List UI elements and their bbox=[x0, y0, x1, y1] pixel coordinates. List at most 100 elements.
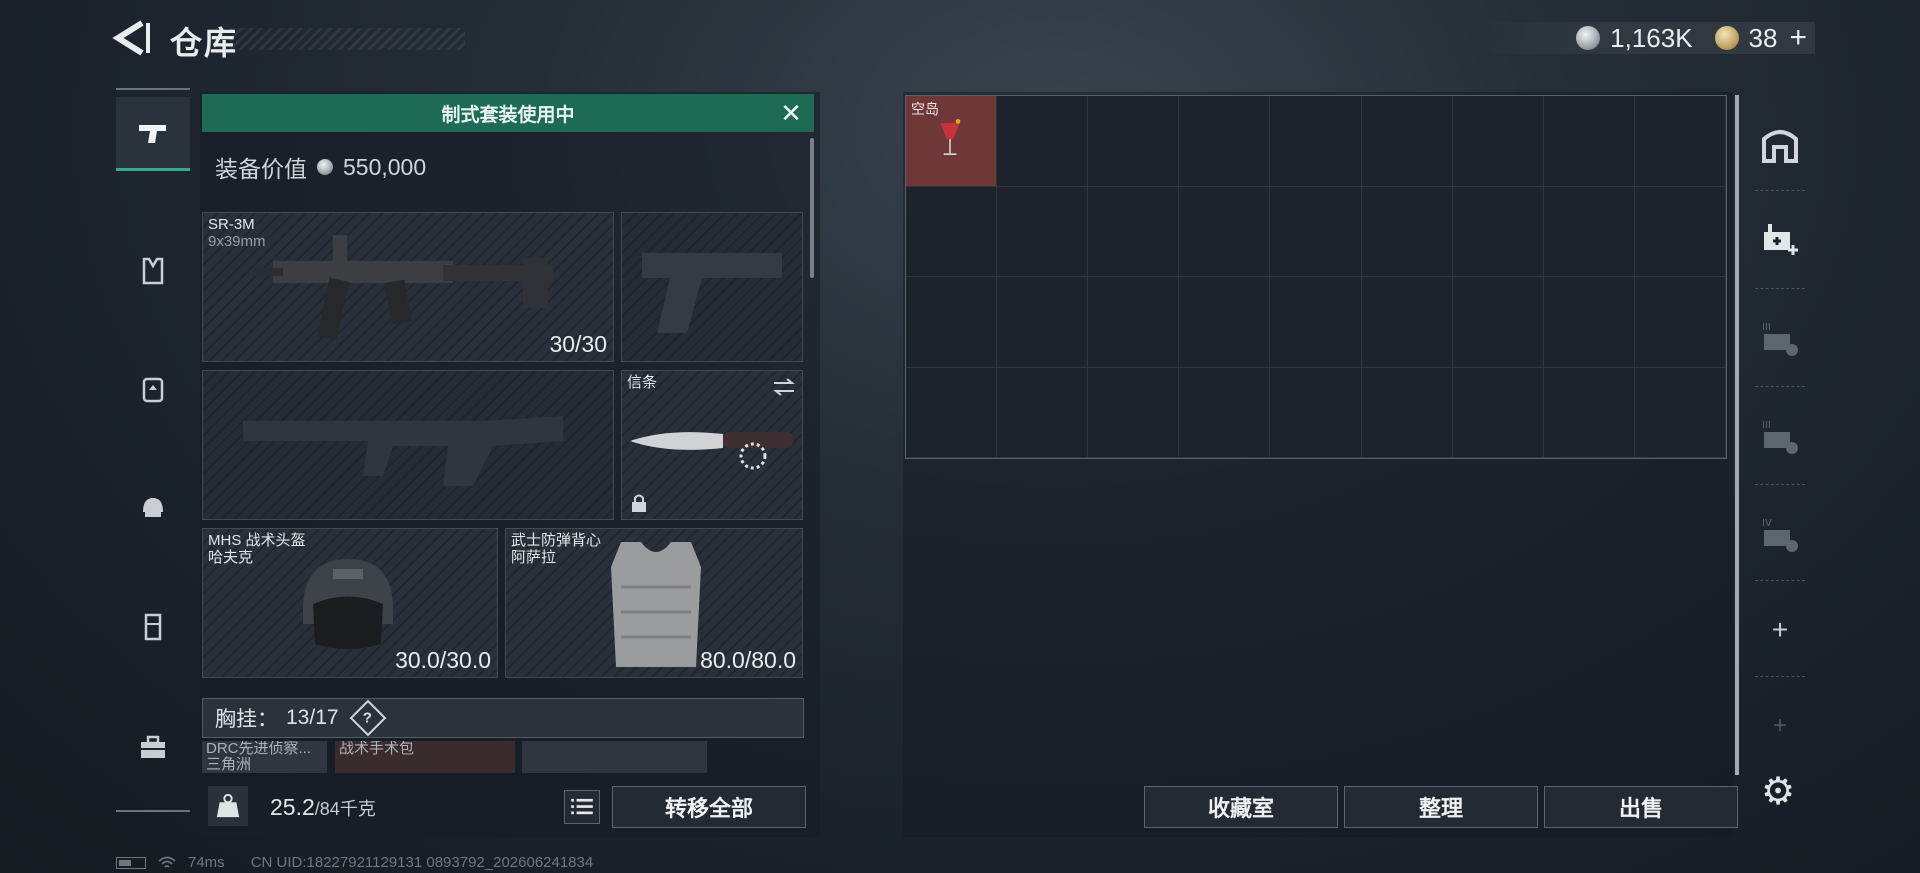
storage-cell[interactable] bbox=[1179, 367, 1271, 458]
storage-cell[interactable] bbox=[1543, 96, 1635, 187]
storage-cell[interactable] bbox=[1088, 367, 1180, 458]
storage-cell[interactable] bbox=[997, 186, 1089, 277]
storage-cell[interactable] bbox=[1270, 96, 1362, 187]
storage-cell[interactable] bbox=[1361, 96, 1453, 187]
gear-icon[interactable]: ⚙ bbox=[1754, 768, 1802, 816]
chest-item-name: DRC先进侦察... bbox=[206, 741, 312, 757]
category-toolbox[interactable] bbox=[116, 710, 190, 784]
rail-separator bbox=[1755, 484, 1805, 485]
ping-value: 74ms bbox=[188, 854, 225, 871]
category-armor[interactable] bbox=[116, 590, 190, 664]
storage-tab-case-4[interactable]: IV bbox=[1750, 504, 1810, 564]
category-backpack[interactable] bbox=[116, 352, 190, 426]
storage-cell[interactable] bbox=[1543, 367, 1635, 458]
storage-cell[interactable] bbox=[906, 186, 998, 277]
rail-separator bbox=[1755, 676, 1805, 677]
storage-tab-expand[interactable] bbox=[1750, 210, 1810, 270]
rail-divider bbox=[116, 810, 190, 812]
storage-cell[interactable] bbox=[1361, 277, 1453, 368]
kit-banner: 制式套装使用中 ✕ bbox=[202, 94, 814, 132]
category-chest-rig[interactable] bbox=[116, 234, 190, 308]
rail-separator bbox=[1755, 190, 1805, 191]
storage-cell[interactable] bbox=[1179, 186, 1271, 277]
storage-item-cocktail[interactable]: 空岛 bbox=[906, 96, 998, 187]
rail-separator bbox=[1755, 580, 1805, 581]
storage-cell[interactable] bbox=[906, 367, 998, 458]
chest-rig-capacity: 13/17 bbox=[286, 706, 339, 729]
swap-icon[interactable] bbox=[772, 377, 796, 397]
collection-room-button[interactable]: 收藏室 bbox=[1144, 786, 1338, 828]
storage-cell[interactable] bbox=[1270, 367, 1362, 458]
storage-tab-case-3b[interactable]: III bbox=[1750, 406, 1810, 466]
storage-tab-main[interactable] bbox=[1750, 115, 1810, 175]
storage-grid: 空岛 bbox=[905, 95, 1727, 459]
helmet-icon bbox=[303, 559, 393, 649]
storage-cell[interactable] bbox=[1088, 186, 1180, 277]
secondary-weapon-slot[interactable] bbox=[202, 370, 614, 520]
category-weapons[interactable] bbox=[116, 97, 190, 171]
organize-button[interactable]: 整理 bbox=[1344, 786, 1538, 828]
storage-cell[interactable] bbox=[1634, 277, 1726, 368]
armor-durability: 80.0/80.0 bbox=[700, 647, 796, 673]
transfer-all-button[interactable]: 转移全部 bbox=[612, 786, 806, 828]
storage-cell[interactable] bbox=[997, 367, 1089, 458]
sell-button[interactable]: 出售 bbox=[1544, 786, 1738, 828]
storage-cell[interactable] bbox=[1088, 277, 1180, 368]
storage-cell[interactable] bbox=[1634, 186, 1726, 277]
equipment-value: 装备价值 550,000 bbox=[215, 150, 426, 184]
knife-name: 信条 bbox=[627, 374, 658, 391]
storage-cell[interactable] bbox=[1361, 186, 1453, 277]
storage-cell[interactable] bbox=[1452, 367, 1544, 458]
add-currency-button[interactable]: + bbox=[1789, 21, 1807, 55]
weight-icon bbox=[208, 786, 248, 826]
back-arrow-icon[interactable] bbox=[112, 18, 152, 58]
carry-weight-current: 25.2 bbox=[270, 794, 315, 820]
add-storage-slot-button[interactable]: + bbox=[1750, 600, 1810, 660]
helmet-faction: 哈夫克 bbox=[208, 549, 254, 566]
knife-slot[interactable]: 信条 bbox=[621, 370, 803, 520]
chest-item-card[interactable]: DRC先进侦察... 三角洲 bbox=[202, 741, 327, 773]
helmet-icon bbox=[143, 498, 163, 517]
storage-cell[interactable] bbox=[1452, 96, 1544, 187]
storage-cell[interactable] bbox=[1179, 96, 1271, 187]
storage-cell[interactable] bbox=[1179, 277, 1271, 368]
help-icon[interactable]: ? bbox=[349, 699, 386, 737]
primary-weapon-slot[interactable]: SR-3M 9x39mm 30/30 bbox=[202, 212, 614, 362]
storage-cell[interactable] bbox=[1543, 277, 1635, 368]
armor-vest-icon bbox=[144, 613, 162, 641]
chest-rig-bar[interactable]: 胸挂： 13/17 ? bbox=[202, 698, 804, 738]
list-view-button[interactable] bbox=[564, 790, 600, 824]
storage-cell[interactable] bbox=[1543, 186, 1635, 277]
wifi-icon bbox=[158, 856, 176, 868]
storage-cell[interactable] bbox=[1270, 186, 1362, 277]
storage-cell[interactable] bbox=[1361, 367, 1453, 458]
pistol-slot[interactable] bbox=[621, 212, 803, 362]
battery-icon bbox=[116, 856, 146, 869]
chest-rig-icon bbox=[142, 257, 164, 285]
storage-cell[interactable] bbox=[997, 96, 1089, 187]
close-icon[interactable]: ✕ bbox=[778, 100, 804, 126]
loadout-scrollbar[interactable] bbox=[810, 138, 814, 278]
coin-balance: 1,163K bbox=[1610, 22, 1693, 53]
armor-faction: 阿萨拉 bbox=[511, 549, 557, 566]
rifle-silhouette-icon bbox=[243, 416, 563, 486]
storage-cell[interactable] bbox=[906, 277, 998, 368]
storage-cell[interactable] bbox=[1452, 186, 1544, 277]
storage-cell[interactable] bbox=[1088, 96, 1180, 187]
storage-cell[interactable] bbox=[1634, 367, 1726, 458]
hafu-coin-icon bbox=[317, 159, 333, 175]
chest-item-card[interactable]: 战术手术包 bbox=[335, 741, 515, 773]
armor-name: 武士防弹背心 bbox=[511, 532, 602, 549]
storage-cell[interactable] bbox=[1634, 96, 1726, 187]
helmet-slot[interactable]: MHS 战术头盔 哈夫克 30.0/30.0 bbox=[202, 528, 498, 678]
storage-tab-case-3a[interactable]: III bbox=[1750, 308, 1810, 368]
vault-icon bbox=[1762, 130, 1798, 163]
armor-slot[interactable]: 武士防弹背心 阿萨拉 80.0/80.0 bbox=[505, 528, 803, 678]
storage-scrollbar[interactable] bbox=[1735, 95, 1739, 775]
category-helmet[interactable] bbox=[116, 470, 190, 544]
locked-case-icon: III bbox=[1762, 322, 1798, 356]
storage-cell[interactable] bbox=[1452, 277, 1544, 368]
chest-item-card-empty[interactable] bbox=[522, 741, 707, 773]
storage-cell[interactable] bbox=[997, 277, 1089, 368]
storage-cell[interactable] bbox=[1270, 277, 1362, 368]
